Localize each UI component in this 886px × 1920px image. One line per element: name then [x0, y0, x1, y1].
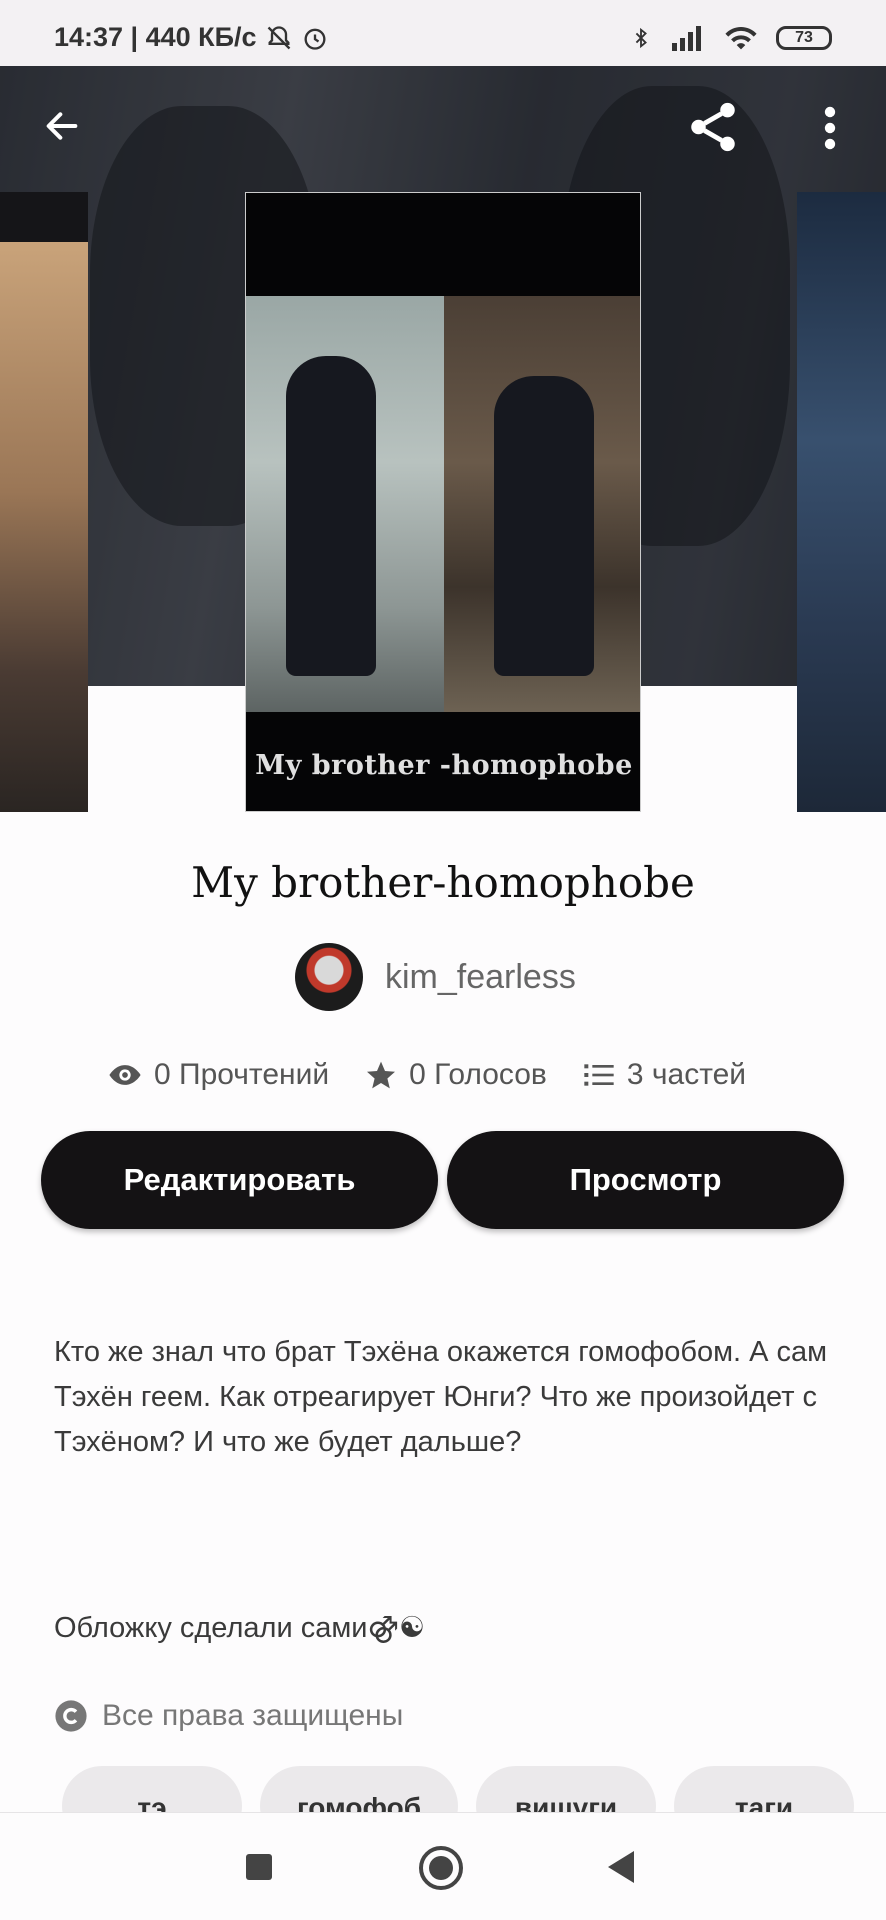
- stat-reads: 0 Прочтений: [108, 1058, 329, 1092]
- cover-image-right: [444, 296, 640, 712]
- system-nav-bar: [0, 1812, 886, 1920]
- battery-indicator: 73: [776, 26, 832, 50]
- copyright-icon: [55, 1700, 87, 1732]
- recent-apps-icon[interactable]: [246, 1854, 272, 1880]
- cover-note: Обложку сделали сами⚣☯: [54, 1612, 426, 1644]
- view-button[interactable]: Просмотр: [447, 1131, 844, 1229]
- copyright-text: Все права защищены: [102, 1699, 404, 1732]
- star-icon: [367, 1061, 396, 1089]
- votes-count: 0 Голосов: [409, 1058, 547, 1091]
- list-icon: [584, 1064, 614, 1086]
- author-name[interactable]: kim_fearless: [385, 958, 576, 997]
- back-arrow-icon[interactable]: [42, 106, 82, 146]
- eye-icon: [109, 1065, 141, 1085]
- parts-count: 3 частей: [626, 1058, 747, 1091]
- alarm-icon: [304, 28, 326, 50]
- share-icon[interactable]: [684, 98, 742, 156]
- signal-icon: [672, 26, 701, 51]
- author-row[interactable]: kim_fearless: [295, 943, 576, 1011]
- status-time: 14:37 | 440 КБ/с: [54, 22, 257, 52]
- edit-button[interactable]: Редактировать: [41, 1131, 438, 1229]
- cover-image-left: [246, 296, 444, 712]
- story-stats: 0 Прочтений 0 Голосов 3 частей: [108, 1058, 782, 1092]
- cover-image: [246, 296, 640, 712]
- cover-figure: [494, 376, 594, 676]
- book-cover[interactable]: My brother -homophobe: [245, 192, 641, 812]
- status-bar: 14:37 | 440 КБ/с 73: [0, 0, 886, 66]
- stat-votes: 0 Голосов: [365, 1058, 547, 1092]
- avatar[interactable]: [295, 943, 363, 1011]
- cover-caption: My brother -homophobe: [255, 750, 633, 781]
- status-left: 14:37 | 440 КБ/с: [54, 22, 329, 53]
- copyright-row: Все права защищены: [54, 1699, 403, 1733]
- story-description: Кто же знал что брат Тэхёна окажется гом…: [54, 1336, 828, 1458]
- home-icon[interactable]: [419, 1846, 463, 1890]
- story-title: My brother-homophobe: [191, 858, 695, 907]
- bluetooth-icon: [635, 27, 647, 49]
- bell-off-icon: [267, 25, 290, 49]
- wifi-icon: [725, 26, 757, 50]
- cover-thumbnail-next[interactable]: [797, 192, 886, 812]
- status-right: 73: [630, 24, 832, 52]
- cover-figure: [286, 356, 376, 676]
- more-vertical-icon[interactable]: [818, 104, 842, 152]
- cover-thumbnail-previous[interactable]: [0, 192, 88, 812]
- reads-count: 0 Прочтений: [154, 1058, 330, 1091]
- stat-parts: 3 частей: [583, 1058, 746, 1092]
- back-triangle-icon[interactable]: [608, 1851, 634, 1883]
